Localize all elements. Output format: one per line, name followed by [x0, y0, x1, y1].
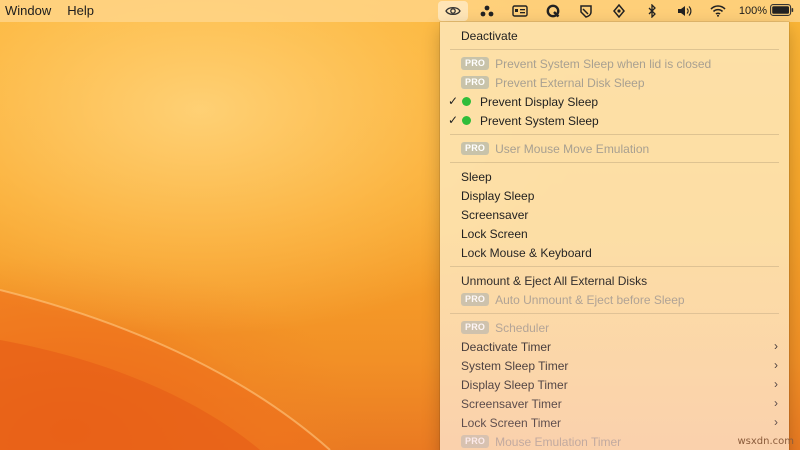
pro-badge: PRO [461, 76, 490, 89]
menu-item-label: Deactivate [461, 28, 518, 43]
menu-item-lock-screen-timer[interactable]: Lock Screen Timer › [440, 413, 789, 432]
battery-icon[interactable] [770, 3, 794, 19]
menu-item-label: Scheduler [495, 320, 550, 335]
bluetooth-icon[interactable] [636, 0, 669, 22]
pro-badge: PRO [461, 435, 490, 448]
green-dot-icon [462, 97, 471, 106]
pro-badge: PRO [461, 293, 490, 306]
pro-badge: PRO [461, 142, 490, 155]
menu-item-screensaver-timer[interactable]: Screensaver Timer › [440, 394, 789, 413]
menu-item-label: Screensaver [461, 207, 529, 222]
menu-item-deactivate[interactable]: Deactivate [440, 26, 789, 45]
pro-badge: PRO [461, 321, 490, 334]
rocket-icon[interactable] [603, 0, 636, 22]
menu-item-label: Mouse Emulation Timer [495, 434, 622, 449]
app-menus: Window Help [0, 0, 102, 22]
q-icon[interactable] [537, 0, 570, 22]
menu-item-prevent-system-sleep[interactable]: ✓ Prevent System Sleep [440, 111, 789, 130]
menu-item-auto-unmount: PRO Auto Unmount & Eject before Sleep [440, 290, 789, 309]
menu-separator [450, 162, 779, 163]
shield-icon[interactable] [570, 0, 603, 22]
menu-item-prevent-lid-sleep: PRO Prevent System Sleep when lid is clo… [440, 54, 789, 73]
volume-icon[interactable] [669, 0, 702, 22]
eye-icon[interactable] [437, 1, 468, 21]
menu-item-lock-screen[interactable]: Lock Screen [440, 224, 789, 243]
menu-item-prevent-display-sleep[interactable]: ✓ Prevent Display Sleep [440, 92, 789, 111]
menu-item-label: Lock Mouse & Keyboard [461, 245, 592, 260]
chevron-right-icon: › [774, 358, 778, 372]
menu-item-user-mouse-move: PRO User Mouse Move Emulation [440, 139, 789, 158]
menu-separator [450, 134, 779, 135]
menu-item-label: System Sleep Timer [461, 358, 569, 373]
menu-item-label: Lock Screen Timer [461, 415, 562, 430]
menu-item-label: Screensaver Timer [461, 396, 562, 411]
menu-item-screensaver[interactable]: Screensaver [440, 205, 789, 224]
menu-item-label: Unmount & Eject All External Disks [461, 273, 648, 288]
menu-item-label: Prevent External Disk Sleep [495, 75, 645, 90]
menu-help[interactable]: Help [59, 0, 102, 22]
checkmark-icon: ✓ [448, 94, 459, 108]
menu-separator [450, 49, 779, 50]
chevron-right-icon: › [774, 339, 778, 353]
watermark: wsxdn.com [737, 436, 794, 447]
menu-item-lock-mouse-keyboard[interactable]: Lock Mouse & Keyboard [440, 243, 789, 262]
menu-bar: Window Help 100% [0, 0, 800, 22]
menu-item-label: Lock Screen [461, 226, 528, 241]
menu-item-label: Prevent System Sleep [480, 113, 599, 128]
menu-item-system-sleep-timer[interactable]: System Sleep Timer › [440, 356, 789, 375]
chevron-right-icon: › [774, 377, 778, 391]
green-dot-icon [462, 116, 471, 125]
menu-item-label: Deactivate Timer [461, 339, 552, 354]
menu-item-prevent-external-disk-sleep: PRO Prevent External Disk Sleep [440, 73, 789, 92]
chevron-right-icon: › [774, 415, 778, 429]
menu-item-display-sleep[interactable]: Display Sleep [440, 186, 789, 205]
checkmark-icon: ✓ [448, 113, 459, 127]
menu-item-label: Sleep [461, 169, 492, 184]
menu-separator [450, 266, 779, 267]
menu-item-deactivate-timer[interactable]: Deactivate Timer › [440, 337, 789, 356]
menu-item-unmount-eject[interactable]: Unmount & Eject All External Disks [440, 271, 789, 290]
menu-item-sleep[interactable]: Sleep [440, 167, 789, 186]
menu-item-label: Display Sleep [461, 188, 535, 203]
menu-item-scheduler: PRO Scheduler [440, 318, 789, 337]
menu-item-label: User Mouse Move Emulation [495, 141, 650, 156]
wifi-icon[interactable] [702, 0, 735, 22]
menu-item-label: Prevent System Sleep when lid is closed [495, 56, 712, 71]
pro-badge: PRO [461, 57, 490, 70]
amphetamine-dropdown-menu: Deactivate PRO Prevent System Sleep when… [440, 22, 789, 450]
menu-item-display-sleep-timer[interactable]: Display Sleep Timer › [440, 375, 789, 394]
menu-item-label: Display Sleep Timer [461, 377, 568, 392]
menu-window[interactable]: Window [0, 0, 59, 22]
menu-item-label: Auto Unmount & Eject before Sleep [495, 292, 685, 307]
menu-separator [450, 313, 779, 314]
id-card-icon[interactable] [504, 0, 537, 22]
menu-item-label: Prevent Display Sleep [480, 94, 599, 109]
three-dots-icon[interactable] [471, 0, 504, 22]
battery-percentage: 100% [738, 5, 767, 17]
wallpaper-wave-shape [0, 289, 331, 450]
status-area: 100% [437, 0, 800, 22]
chevron-right-icon: › [774, 396, 778, 410]
